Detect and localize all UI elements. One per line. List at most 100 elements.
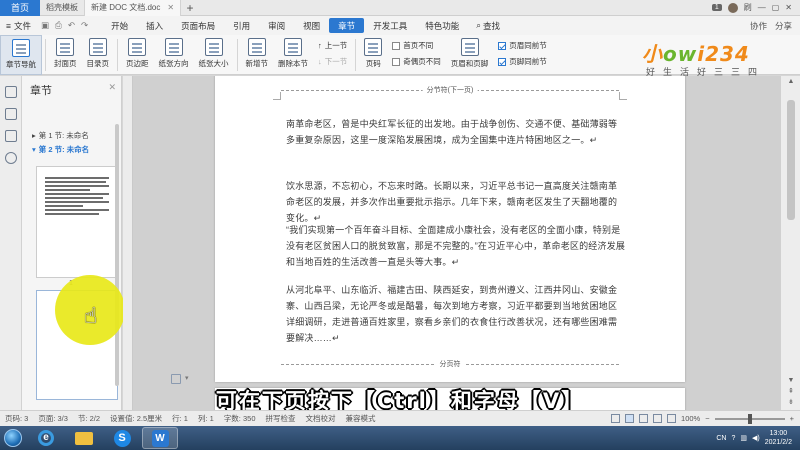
menu-developer[interactable]: 开发工具 — [364, 16, 416, 35]
page-number-button[interactable]: 页码 — [359, 35, 387, 75]
folder-icon — [75, 431, 93, 445]
next-section-label: 下一节 — [324, 57, 348, 66]
rb-label: 新增节 — [245, 59, 269, 68]
minimize-icon[interactable]: — — [758, 3, 766, 12]
zoom-in-icon[interactable]: + — [790, 414, 794, 423]
taskbar-wps[interactable]: W — [142, 427, 178, 449]
menu-insert[interactable]: 插入 — [137, 16, 172, 35]
paper-size-button[interactable]: 纸张大小 — [194, 35, 234, 75]
odd-even-different-checkbox[interactable]: 奇偶页不同 — [392, 55, 441, 68]
title-bar: 首页 稻壳模板 新建 DOC 文档.doc ✕ + 1 刷 — ▢ ✕ — [0, 0, 800, 16]
status-setting[interactable]: 设置值: 2.5厘米 — [105, 413, 167, 424]
taskbar-sogou[interactable]: S — [104, 427, 140, 449]
notification-badge[interactable]: 1 — [711, 4, 722, 11]
spell-check-button[interactable]: 拼写检查 — [261, 413, 301, 424]
close-icon[interactable]: ✕ — [108, 82, 116, 93]
avatar[interactable] — [727, 2, 738, 13]
paste-icon[interactable] — [171, 374, 181, 384]
checkbox-checked-icon — [498, 57, 507, 66]
first-page-different-checkbox[interactable]: 首页不同 — [392, 39, 441, 52]
window-close-icon[interactable]: ✕ — [785, 3, 792, 12]
home-tab[interactable]: 首页 — [0, 0, 40, 16]
clock-time: 13:00 — [769, 430, 788, 437]
menu-start[interactable]: 开始 — [102, 16, 137, 35]
vertical-scrollbar[interactable]: ▲ ▼ ⇞ ⇟ — [780, 76, 800, 410]
page-view-icon[interactable] — [625, 414, 635, 423]
status-section[interactable]: 节: 2/2 — [73, 413, 105, 424]
status-words[interactable]: 字数: 350 — [219, 413, 261, 424]
new-tab-button[interactable]: + — [181, 1, 199, 15]
undo-icon[interactable]: ↶ — [68, 20, 75, 31]
menu-reference[interactable]: 引用 — [224, 16, 259, 35]
prev-section-label: 上一节 — [324, 41, 348, 50]
divider — [236, 39, 238, 71]
language-indicator[interactable]: CN — [716, 435, 726, 442]
nav-section-2[interactable]: ▾ 第 2 节: 未命名 — [22, 142, 121, 156]
search-box[interactable]: ⌕ 查找 — [468, 20, 500, 32]
nav-section-1[interactable]: ▸ 第 1 节: 未命名 — [22, 128, 121, 142]
menu-section[interactable]: 章节 — [329, 18, 365, 33]
maximize-icon[interactable]: ▢ — [772, 3, 780, 12]
prev-section-button[interactable]: ↑ 上一节 — [318, 39, 347, 52]
next-section-button[interactable]: ↓ 下一节 — [318, 55, 347, 68]
share-button[interactable]: 分享 — [775, 20, 792, 32]
outline-view-icon[interactable] — [639, 414, 649, 423]
read-view-icon[interactable] — [667, 414, 677, 423]
zoom-slider-knob[interactable] — [748, 413, 753, 424]
zoom-icon[interactable] — [4, 152, 17, 164]
bookmark-icon[interactable] — [4, 130, 17, 142]
network-icon[interactable]: ▥ — [740, 434, 747, 442]
menu-view[interactable]: 视图 — [294, 16, 329, 35]
help-icon[interactable]: ? — [732, 435, 736, 442]
print-icon[interactable]: ⎙ — [55, 20, 62, 31]
zoom-out-icon[interactable]: − — [705, 414, 709, 423]
system-clock[interactable]: 13:00 2021/2/2 — [765, 429, 792, 447]
delete-section-button[interactable]: 删除本节 — [273, 35, 313, 75]
user-name[interactable]: 刷 — [744, 2, 752, 13]
start-button[interactable] — [0, 426, 26, 450]
scroll-up-icon[interactable]: ▲ — [781, 76, 800, 88]
chevron-down-icon[interactable]: ▾ — [32, 145, 36, 154]
eye-icon[interactable] — [611, 414, 621, 423]
zoom-level[interactable]: 100% — [681, 414, 700, 423]
cover-page-button[interactable]: 封面页 — [49, 35, 82, 75]
document-icon[interactable] — [4, 86, 17, 98]
status-page[interactable]: 页面: 3/3 — [33, 413, 73, 424]
chapter-nav-button[interactable]: 章节导航 — [0, 35, 42, 75]
toc-page-button[interactable]: 目录页 — [82, 35, 115, 75]
header-same-as-prev-checkbox[interactable]: 页眉同前节 — [498, 39, 547, 52]
file-menu[interactable]: ≡ 文件 — [0, 20, 41, 32]
collab-button[interactable]: 协作 — [750, 20, 767, 32]
nav-scrollbar[interactable] — [115, 124, 119, 386]
menu-right-area: 协作 分享 — [750, 20, 800, 32]
paragraph: 从河北阜平、山东临沂、福建古田、陕西延安，到贵州遵义、江西井冈山、安徽金寨、山西… — [286, 285, 618, 343]
close-icon[interactable]: ✕ — [167, 3, 174, 12]
save-icon[interactable]: ▣ — [41, 20, 49, 31]
taskbar-browser[interactable]: e — [28, 427, 64, 449]
scroll-thumb[interactable] — [787, 100, 795, 220]
margins-button[interactable]: 页边距 — [121, 35, 154, 75]
web-view-icon[interactable] — [653, 414, 663, 423]
tab-template[interactable]: 稻壳模板 — [40, 0, 85, 16]
orientation-button[interactable]: 纸张方向 — [154, 35, 194, 75]
document-page[interactable]: 分节符(下一页) 南革命老区，曾是中央红军长征的出发地。由于战争创伤、交通不便、… — [215, 76, 685, 382]
chapter-icon[interactable] — [4, 108, 17, 120]
add-section-button[interactable]: 新增节 — [241, 35, 274, 75]
link-options-group: 页眉同前节 页脚同前节 — [493, 35, 552, 68]
zoom-slider[interactable] — [714, 413, 785, 424]
header-footer-button[interactable]: 页眉和页脚 — [446, 35, 494, 75]
proofread-button[interactable]: 文档校对 — [301, 413, 341, 424]
redo-icon[interactable]: ↷ — [81, 20, 88, 31]
chevron-right-icon[interactable]: ▸ — [32, 131, 36, 140]
volume-icon[interactable]: ◀) — [752, 434, 760, 442]
menu-page-layout[interactable]: 页面布局 — [172, 16, 224, 35]
menu-special[interactable]: 特色功能 — [416, 16, 468, 35]
tab-document[interactable]: 新建 DOC 文档.doc ✕ — [85, 0, 182, 16]
status-page-num[interactable]: 页码: 3 — [0, 413, 33, 424]
taskbar-explorer[interactable] — [66, 427, 102, 449]
chevron-down-icon[interactable]: ▾ — [185, 374, 195, 384]
menu-review[interactable]: 审阅 — [259, 16, 294, 35]
footer-same-as-prev-checkbox[interactable]: 页脚同前节 — [498, 55, 547, 68]
page-thumbnail-1[interactable] — [36, 166, 118, 278]
chapter-nav-pane: 章节 ✕ ▸ 第 1 节: 未命名 ▾ 第 2 节: 未命名 1 — [22, 76, 122, 410]
